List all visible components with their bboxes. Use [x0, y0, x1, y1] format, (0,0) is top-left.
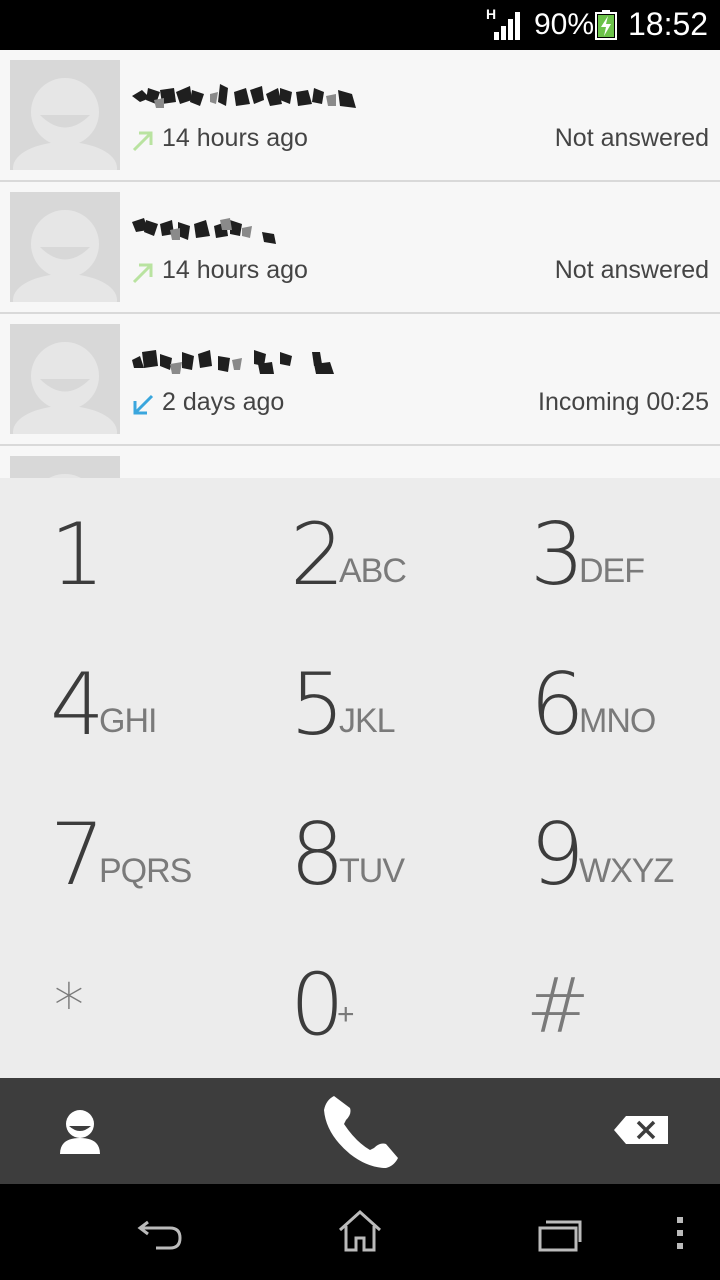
contact-name-redacted	[132, 84, 356, 108]
key-digit: *	[54, 971, 84, 1041]
dialpad: 1 2 ABC 3 DEF 4 GHI 5 JKL 6 MNO 7 PQRS 8…	[0, 478, 720, 1078]
outgoing-arrow-icon	[132, 131, 153, 152]
call-log-item[interactable]: 14 hours ago Not answered	[0, 182, 720, 314]
call-time: 14 hours ago	[162, 124, 308, 152]
call-log-item[interactable]: 2 days ago Incoming 00:25	[0, 314, 720, 446]
backspace-button[interactable]	[560, 1078, 720, 1184]
key-digit: 4	[50, 655, 105, 755]
dialer-action-bar	[0, 1078, 720, 1184]
overflow-menu-button[interactable]	[650, 1184, 710, 1280]
default-avatar-icon	[10, 60, 120, 170]
key-letters: DEF	[579, 552, 645, 590]
dialpad-key-3[interactable]: 3 DEF	[480, 478, 720, 628]
call-status: Not answered	[554, 256, 709, 284]
dialpad-key-0[interactable]: 0 +	[240, 928, 480, 1078]
battery-percent: 90%	[534, 8, 595, 41]
back-icon	[137, 1220, 182, 1250]
clock: 18:52	[628, 6, 709, 42]
contact-avatar	[10, 456, 120, 478]
key-letters: JKL	[339, 702, 396, 740]
signal-icon	[494, 12, 520, 40]
dialpad-key-star[interactable]: *	[0, 928, 240, 1078]
key-digit: 2	[290, 505, 345, 605]
home-icon	[338, 1209, 382, 1252]
dialpad-key-6[interactable]: 6 MNO	[480, 628, 720, 778]
status-bar: H 90% 18:52	[0, 0, 720, 50]
key-digit: 7	[50, 805, 105, 905]
default-avatar-icon	[10, 324, 120, 434]
system-nav-bar	[0, 1184, 720, 1280]
key-letters: WXYZ	[579, 852, 674, 890]
contact-avatar	[10, 324, 120, 434]
key-letters: PQRS	[99, 852, 192, 890]
dialpad-key-9[interactable]: 9 WXYZ	[480, 778, 720, 928]
back-button[interactable]	[100, 1184, 220, 1280]
incoming-arrow-icon	[133, 394, 154, 415]
call-status: Not answered	[554, 124, 709, 152]
backspace-icon	[614, 1116, 668, 1144]
dialpad-key-1[interactable]: 1	[0, 478, 240, 628]
contact-avatar	[10, 60, 120, 170]
key-digit: 3	[530, 505, 585, 605]
recent-apps-button[interactable]	[500, 1184, 620, 1280]
dialpad-key-hash[interactable]: #	[480, 928, 720, 1078]
outgoing-arrow-icon	[132, 263, 153, 284]
key-digit: 1	[50, 505, 105, 605]
key-letters: MNO	[579, 702, 656, 740]
default-avatar-icon	[10, 192, 120, 302]
contact-person-icon	[60, 1110, 100, 1154]
dialpad-key-4[interactable]: 4 GHI	[0, 628, 240, 778]
call-time: 14 hours ago	[162, 256, 308, 284]
call-time: 2 days ago	[162, 388, 285, 416]
call-log-item[interactable]: 14 hours ago Not answered	[0, 50, 720, 182]
dialpad-key-5[interactable]: 5 JKL	[240, 628, 480, 778]
call-log-item[interactable]	[0, 446, 720, 478]
contact-name-redacted	[132, 350, 334, 374]
contact-avatar	[10, 192, 120, 302]
key-digit: 9	[530, 805, 585, 905]
call-status: Incoming 00:25	[538, 388, 709, 416]
dialpad-key-7[interactable]: 7 PQRS	[0, 778, 240, 928]
phone-handset-icon	[324, 1096, 398, 1168]
key-letters: TUV	[339, 852, 405, 890]
call-log-list: 14 hours ago Not answered 14 hours ago N…	[0, 50, 720, 478]
battery-charging-icon	[595, 10, 617, 40]
recent-apps-icon	[538, 1220, 582, 1252]
default-avatar-icon	[10, 456, 120, 478]
overflow-menu-icon	[677, 1217, 683, 1249]
dialpad-key-8[interactable]: 8 TUV	[240, 778, 480, 928]
key-letters: +	[337, 998, 355, 1031]
dialpad-key-2[interactable]: 2 ABC	[240, 478, 480, 628]
key-digit: 8	[290, 805, 345, 905]
key-digit: #	[526, 961, 590, 1050]
contact-name-redacted	[132, 218, 276, 244]
key-digit: 5	[290, 655, 345, 755]
call-button[interactable]	[280, 1078, 440, 1184]
key-letters: ABC	[339, 552, 407, 590]
key-letters: GHI	[99, 702, 157, 740]
contacts-button[interactable]	[0, 1078, 160, 1184]
key-digit: 6	[530, 655, 585, 755]
home-button[interactable]	[300, 1184, 420, 1280]
